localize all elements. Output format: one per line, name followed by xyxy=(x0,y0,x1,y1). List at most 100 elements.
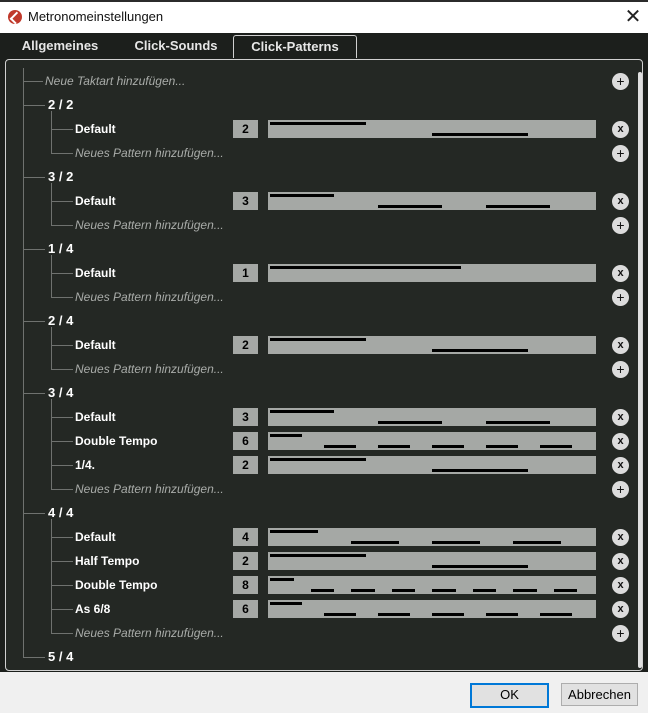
beat-mark xyxy=(540,613,572,616)
remove-pattern-button[interactable]: x xyxy=(612,553,629,570)
pattern-count-field[interactable]: 3 xyxy=(233,192,258,210)
tab-allgemeines[interactable]: Allgemeines xyxy=(14,35,106,57)
time-signature-group: 5 / 4 xyxy=(6,645,642,669)
add-pattern-link[interactable]: Neues Pattern hinzufügen... xyxy=(75,141,224,165)
tree-connector xyxy=(51,417,73,418)
add-time-signature-row: Neue Taktart hinzufügen... + xyxy=(6,69,642,93)
time-signature-group: 1 / 4 xyxy=(6,237,642,261)
accent-beat-mark xyxy=(270,578,294,581)
beat-mark xyxy=(472,589,497,592)
beat-mark xyxy=(432,133,528,136)
add-pattern-button[interactable]: + xyxy=(612,625,629,642)
pattern-visual xyxy=(268,336,596,354)
scrollbar[interactable] xyxy=(638,72,642,668)
add-pattern-button[interactable]: + xyxy=(612,481,629,498)
pattern-name[interactable]: Default xyxy=(75,117,116,141)
pattern-name[interactable]: Default xyxy=(75,525,116,549)
add-time-signature-link[interactable]: Neue Taktart hinzufügen... xyxy=(45,69,185,93)
dialog-body: Allgemeines Click-Sounds Click-Patterns … xyxy=(0,33,648,672)
pattern-row: As 6/8 6 x xyxy=(6,597,642,621)
pattern-count-field[interactable]: 2 xyxy=(233,336,258,354)
accent-beat-mark xyxy=(270,194,334,197)
pattern-name[interactable]: As 6/8 xyxy=(75,597,110,621)
pattern-visual xyxy=(268,432,596,450)
pattern-name[interactable]: Half Tempo xyxy=(75,549,139,573)
pattern-row: Half Tempo 2 x xyxy=(6,549,642,573)
pattern-count-field[interactable]: 6 xyxy=(233,600,258,618)
accent-beat-mark xyxy=(270,410,334,413)
remove-pattern-button[interactable]: x xyxy=(612,601,629,618)
add-pattern-row: Neues Pattern hinzufügen... + xyxy=(6,285,642,309)
pattern-name[interactable]: 1/4. xyxy=(75,453,95,477)
remove-pattern-button[interactable]: x xyxy=(612,577,629,594)
pattern-row: Double Tempo 8 x xyxy=(6,573,642,597)
tab-click-patterns[interactable]: Click-Patterns xyxy=(233,35,357,58)
add-pattern-link[interactable]: Neues Pattern hinzufügen... xyxy=(75,477,224,501)
beat-mark xyxy=(378,445,410,448)
remove-pattern-button[interactable]: x xyxy=(612,337,629,354)
tree-connector xyxy=(51,633,73,634)
remove-pattern-button[interactable]: x xyxy=(612,193,629,210)
remove-pattern-button[interactable]: x xyxy=(612,529,629,546)
time-signature-group: 4 / 4 xyxy=(6,501,642,525)
tree-branch-line xyxy=(51,111,52,153)
beat-mark xyxy=(432,445,464,448)
add-pattern-link[interactable]: Neues Pattern hinzufügen... xyxy=(75,621,224,645)
remove-pattern-button[interactable]: x xyxy=(612,409,629,426)
beat-mark xyxy=(432,349,528,352)
pattern-row: Default 2 x xyxy=(6,333,642,357)
pattern-name[interactable]: Double Tempo xyxy=(75,573,157,597)
add-pattern-button[interactable]: + xyxy=(612,361,629,378)
add-pattern-button[interactable]: + xyxy=(612,217,629,234)
pattern-visual xyxy=(268,408,596,426)
close-icon[interactable]: ✕ xyxy=(620,4,646,30)
beat-mark xyxy=(486,421,550,424)
beat-mark xyxy=(553,589,578,592)
add-pattern-link[interactable]: Neues Pattern hinzufügen... xyxy=(75,357,224,381)
time-signature-group: 3 / 4 xyxy=(6,381,642,405)
add-pattern-row: Neues Pattern hinzufügen... + xyxy=(6,141,642,165)
pattern-count-field[interactable]: 1 xyxy=(233,264,258,282)
cubase-logo-icon xyxy=(8,10,22,24)
pattern-count-field[interactable]: 6 xyxy=(233,432,258,450)
pattern-count-field[interactable]: 3 xyxy=(233,408,258,426)
pattern-count-field[interactable]: 2 xyxy=(233,120,258,138)
ok-button[interactable]: OK xyxy=(470,683,549,708)
add-pattern-button[interactable]: + xyxy=(612,145,629,162)
tree-branch-line xyxy=(51,255,52,297)
pattern-name[interactable]: Default xyxy=(75,333,116,357)
add-pattern-link[interactable]: Neues Pattern hinzufügen... xyxy=(75,285,224,309)
add-time-signature-button[interactable]: + xyxy=(612,73,629,90)
pattern-count-field[interactable]: 8 xyxy=(233,576,258,594)
pattern-count-field[interactable]: 4 xyxy=(233,528,258,546)
remove-pattern-button[interactable]: x xyxy=(612,457,629,474)
time-signature-group: 2 / 4 xyxy=(6,309,642,333)
pattern-name[interactable]: Default xyxy=(75,189,116,213)
accent-beat-mark xyxy=(270,434,302,437)
pattern-visual xyxy=(268,528,596,546)
pattern-visual xyxy=(268,192,596,210)
beat-mark xyxy=(378,613,410,616)
add-pattern-link[interactable]: Neues Pattern hinzufügen... xyxy=(75,213,224,237)
beat-mark xyxy=(513,589,537,592)
tab-click-sounds[interactable]: Click-Sounds xyxy=(128,35,224,57)
add-pattern-button[interactable]: + xyxy=(612,289,629,306)
beat-mark xyxy=(432,541,480,544)
remove-pattern-button[interactable]: x xyxy=(612,265,629,282)
time-signature-group: 2 / 2 xyxy=(6,93,642,117)
add-pattern-row: Neues Pattern hinzufügen... + xyxy=(6,357,642,381)
tree-connector xyxy=(51,201,73,202)
pattern-count-field[interactable]: 2 xyxy=(233,552,258,570)
pattern-row: Default 3 x xyxy=(6,189,642,213)
remove-pattern-button[interactable]: x xyxy=(612,121,629,138)
pattern-visual xyxy=(268,456,596,474)
tree-connector xyxy=(23,249,45,250)
pattern-row: 1/4. 2 x xyxy=(6,453,642,477)
pattern-name[interactable]: Double Tempo xyxy=(75,429,157,453)
remove-pattern-button[interactable]: x xyxy=(612,433,629,450)
pattern-name[interactable]: Default xyxy=(75,405,116,429)
pattern-count-field[interactable]: 2 xyxy=(233,456,258,474)
accent-beat-mark xyxy=(270,458,366,461)
cancel-button[interactable]: Abbrechen xyxy=(561,683,638,706)
pattern-name[interactable]: Default xyxy=(75,261,116,285)
